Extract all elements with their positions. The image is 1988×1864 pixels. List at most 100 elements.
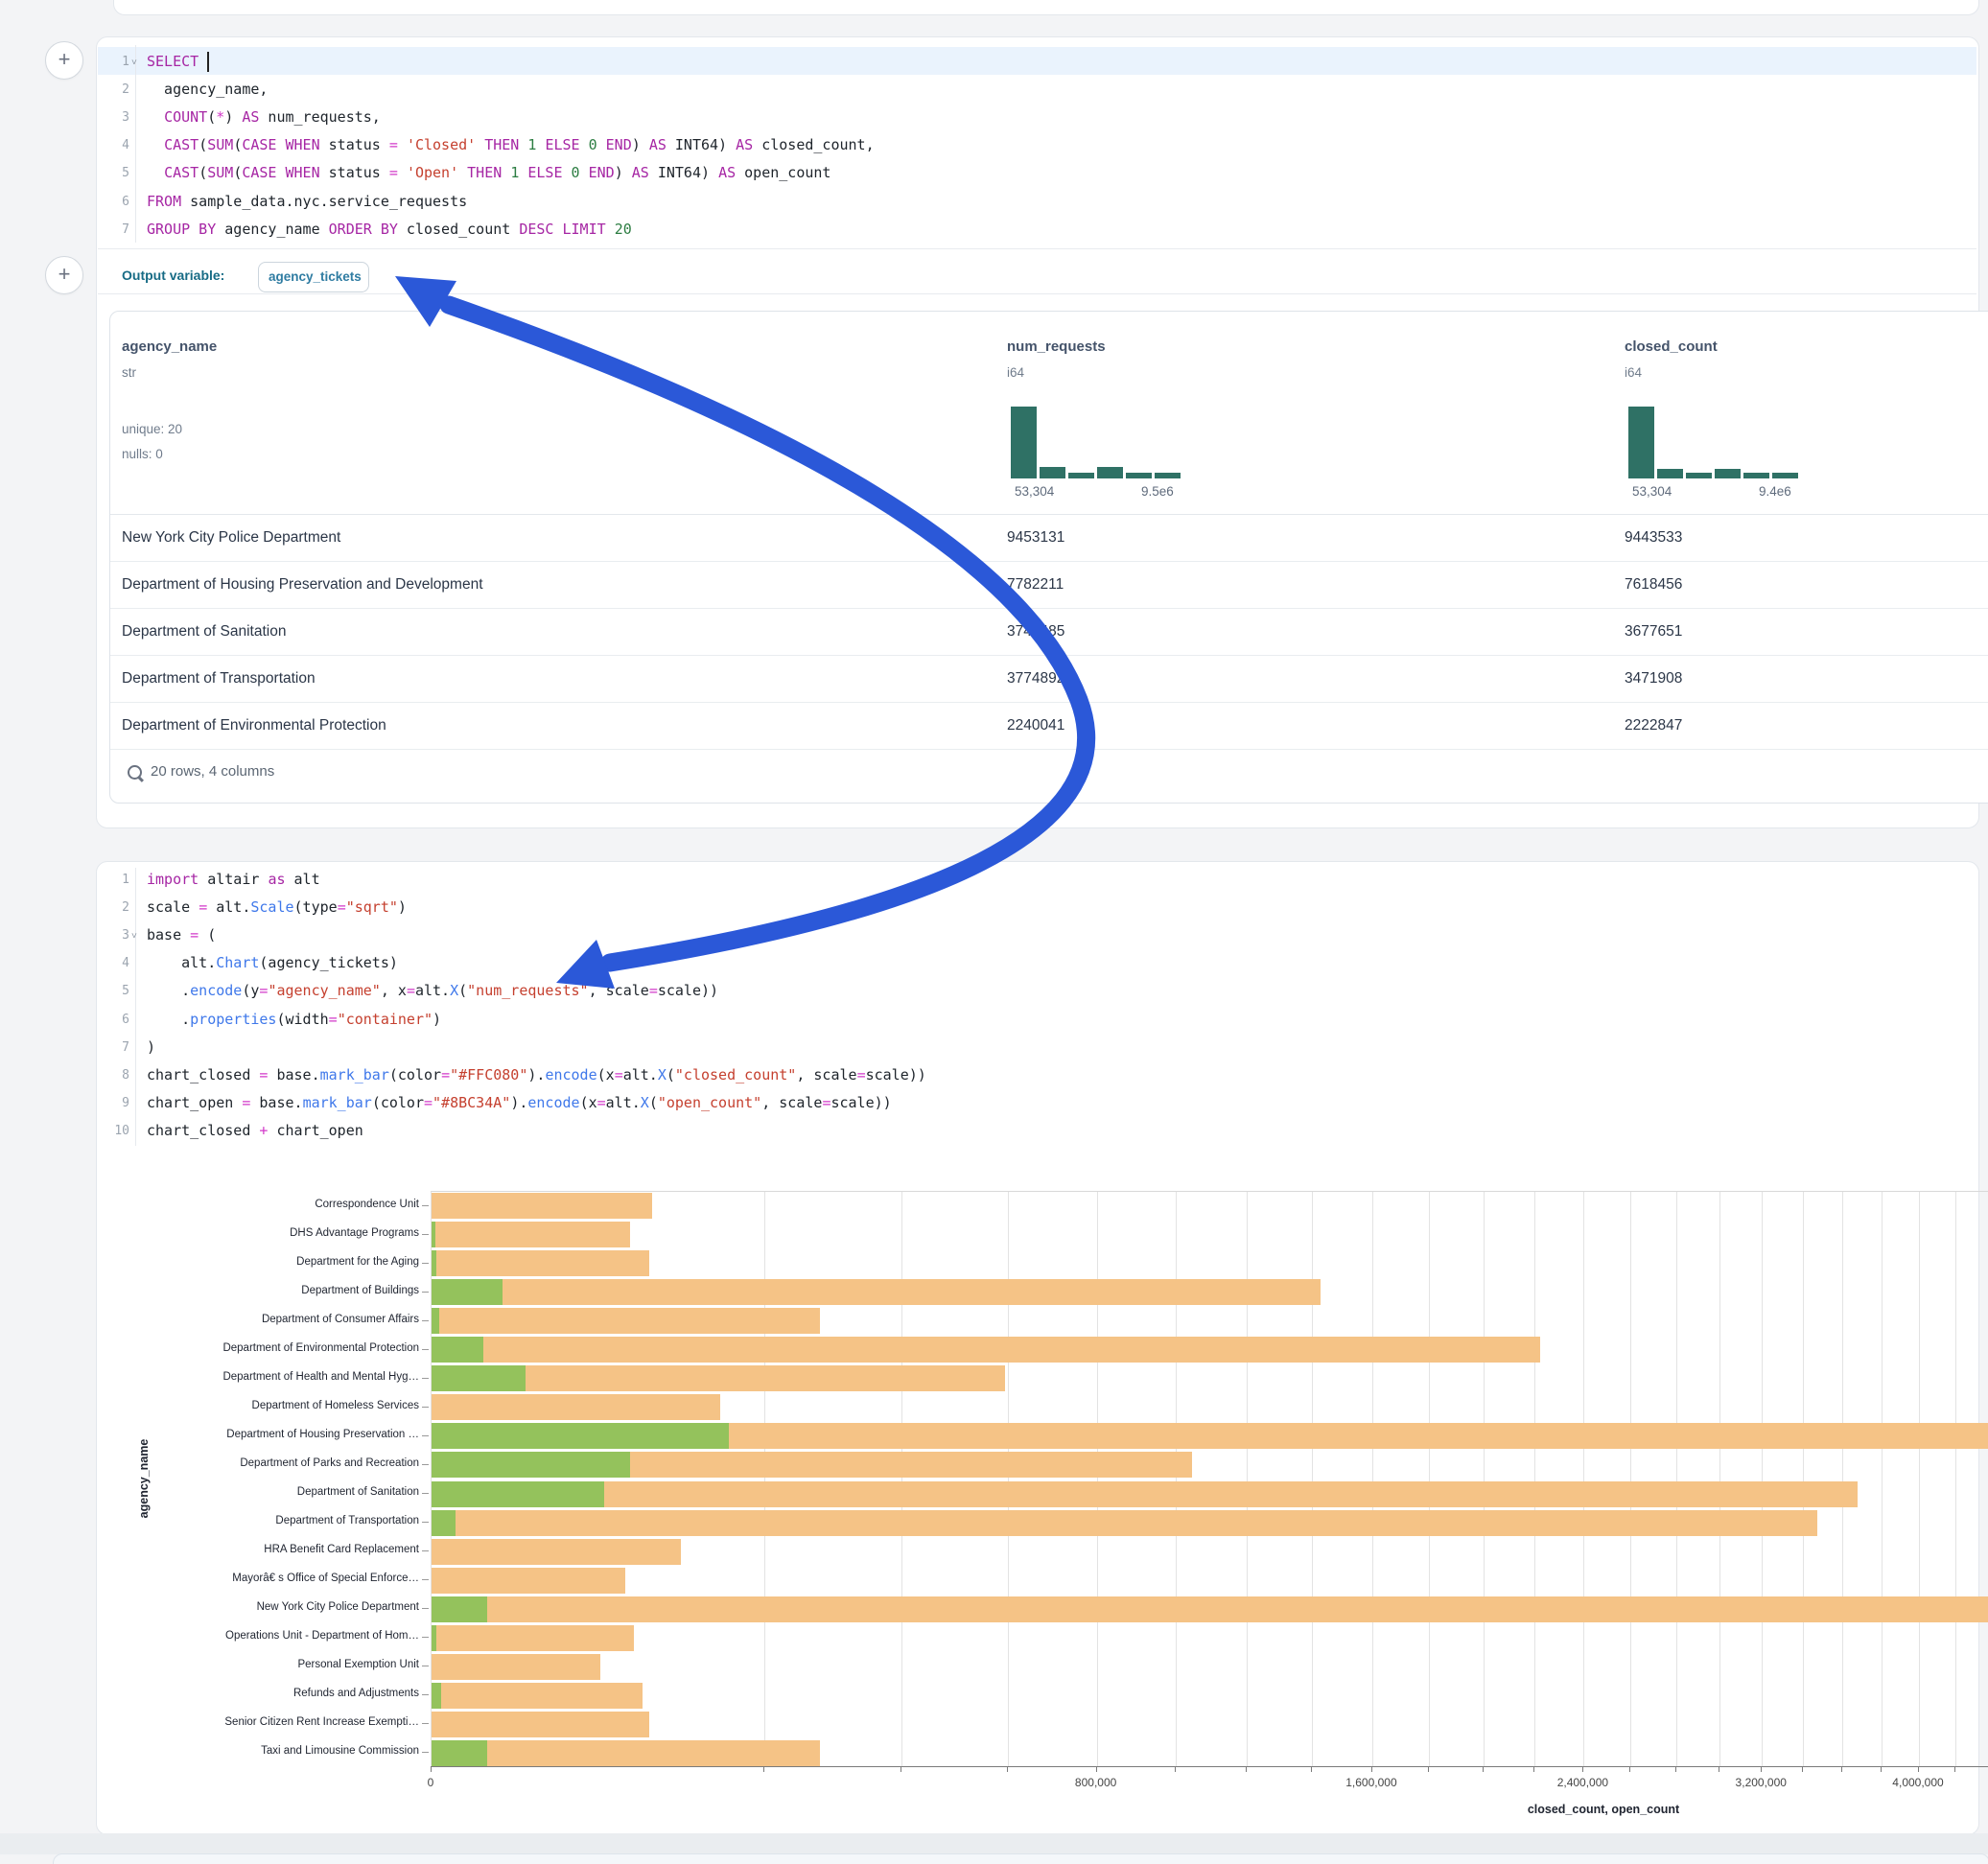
bar-open_count[interactable] bbox=[432, 1365, 526, 1391]
code-token: ( bbox=[649, 1094, 658, 1111]
add-cell-button[interactable]: + bbox=[45, 41, 83, 80]
column-name[interactable]: agency_name bbox=[122, 338, 217, 355]
bar-open_count[interactable] bbox=[432, 1625, 436, 1651]
code-token: chart_closed bbox=[147, 1066, 259, 1083]
line-number: 5 bbox=[97, 977, 129, 1005]
result-table[interactable]: agency_namestrunique: 20nulls: 0num_requ… bbox=[109, 311, 1988, 804]
bar-closed_count[interactable] bbox=[432, 1222, 630, 1247]
code-line: scale = alt.Scale(type="sqrt") bbox=[147, 894, 407, 921]
code-token: status bbox=[320, 164, 389, 181]
code-token: ) bbox=[632, 136, 649, 153]
code-line: base = ( bbox=[147, 921, 216, 949]
code-token: INT64) bbox=[667, 136, 736, 153]
collapse-chevron-icon[interactable]: ˅ bbox=[131, 48, 137, 76]
bar-open_count[interactable] bbox=[432, 1308, 439, 1334]
code-token: (y bbox=[242, 982, 259, 999]
code-line: FROM sample_data.nyc.service_requests bbox=[147, 188, 467, 216]
code-token: = bbox=[190, 926, 199, 944]
output-variable-label: Output variable: bbox=[122, 268, 224, 283]
gridline bbox=[1176, 1192, 1177, 1767]
bar-open_count[interactable] bbox=[432, 1683, 441, 1709]
histogram-max-label: 9.5e6 bbox=[1141, 484, 1174, 499]
bar-closed_count[interactable] bbox=[432, 1279, 1321, 1305]
line-number: 4 bbox=[97, 131, 129, 159]
code-token: encode bbox=[527, 1094, 579, 1111]
code-token bbox=[398, 136, 407, 153]
add-cell-button[interactable]: + bbox=[45, 256, 83, 294]
bar-open_count[interactable] bbox=[432, 1279, 503, 1305]
previous-cell-edge bbox=[113, 0, 1979, 15]
y-axis-tick bbox=[422, 1320, 429, 1321]
bar-closed_count[interactable] bbox=[432, 1625, 634, 1651]
code-token: * bbox=[216, 108, 224, 126]
code-token: . bbox=[147, 1011, 190, 1028]
code-token: "open_count" bbox=[658, 1094, 761, 1111]
table-row[interactable]: New York City Police Department945313194… bbox=[110, 514, 1988, 562]
gridline bbox=[1919, 1192, 1920, 1767]
bar-open_count[interactable] bbox=[432, 1423, 729, 1449]
table-header: agency_namestrunique: 20nulls: 0num_requ… bbox=[110, 312, 1988, 515]
bar-open_count[interactable] bbox=[432, 1250, 436, 1276]
bar-open_count[interactable] bbox=[432, 1596, 487, 1622]
code-token: LIMIT bbox=[563, 221, 606, 238]
y-axis-tick bbox=[422, 1579, 429, 1580]
code-token: WHEN bbox=[286, 136, 320, 153]
code-token: agency_name, bbox=[147, 81, 268, 98]
x-axis-tick-label: 1,600,000 bbox=[1345, 1776, 1396, 1789]
search-icon[interactable] bbox=[128, 765, 142, 780]
x-axis-tick bbox=[1311, 1767, 1312, 1772]
x-axis-line bbox=[431, 1766, 1988, 1767]
collapse-chevron-icon[interactable]: ˅ bbox=[131, 921, 137, 949]
column-name[interactable]: closed_count bbox=[1625, 338, 1718, 355]
bar-closed_count[interactable] bbox=[432, 1596, 1988, 1622]
table-row[interactable]: Department of Sanitation37494853677651 bbox=[110, 608, 1988, 656]
code-token: mark_bar bbox=[320, 1066, 389, 1083]
bar-closed_count[interactable] bbox=[432, 1539, 681, 1565]
bar-closed_count[interactable] bbox=[432, 1712, 649, 1737]
bar-open_count[interactable] bbox=[432, 1481, 604, 1507]
y-axis-tick bbox=[422, 1608, 429, 1609]
y-axis-tick bbox=[422, 1493, 429, 1494]
output-variable-pill[interactable]: agency_tickets bbox=[258, 262, 369, 292]
bar-closed_count[interactable] bbox=[432, 1193, 652, 1219]
code-token: scale)) bbox=[830, 1094, 891, 1111]
table-row[interactable]: Department of Environmental Protection22… bbox=[110, 702, 1988, 750]
code-token: "container" bbox=[338, 1011, 433, 1028]
code-token bbox=[147, 164, 164, 181]
column-histogram bbox=[1628, 405, 1801, 478]
table-cell: Department of Housing Preservation and D… bbox=[122, 561, 483, 608]
x-axis-tick bbox=[1582, 1767, 1583, 1772]
bar-open_count[interactable] bbox=[432, 1337, 483, 1363]
bar-open_count[interactable] bbox=[432, 1452, 630, 1478]
bar-closed_count[interactable] bbox=[432, 1481, 1858, 1507]
column-name[interactable]: num_requests bbox=[1007, 338, 1106, 355]
bar-closed_count[interactable] bbox=[432, 1683, 643, 1709]
bar-closed_count[interactable] bbox=[432, 1337, 1540, 1363]
bar-open_count[interactable] bbox=[432, 1740, 487, 1766]
code-token bbox=[553, 221, 562, 238]
y-axis-tick bbox=[422, 1522, 429, 1523]
bar-open_count[interactable] bbox=[432, 1222, 435, 1247]
x-axis-tick bbox=[1881, 1767, 1882, 1772]
table-row[interactable]: Department of Transportation377489234719… bbox=[110, 655, 1988, 703]
histogram-bar bbox=[1657, 469, 1683, 479]
code-token: (x bbox=[597, 1066, 615, 1083]
bar-closed_count[interactable] bbox=[432, 1654, 600, 1680]
bar-closed_count[interactable] bbox=[432, 1394, 720, 1420]
x-axis-tick bbox=[1629, 1767, 1630, 1772]
bar-closed_count[interactable] bbox=[432, 1308, 820, 1334]
bar-closed_count[interactable] bbox=[432, 1250, 649, 1276]
table-row[interactable]: Department of Housing Preservation and D… bbox=[110, 561, 1988, 609]
bar-closed_count[interactable] bbox=[432, 1568, 625, 1594]
histogram-bar bbox=[1097, 467, 1123, 478]
table-cell: 3749485 bbox=[1007, 608, 1064, 655]
next-cell-edge bbox=[53, 1853, 1988, 1864]
bar-closed_count[interactable] bbox=[432, 1740, 820, 1766]
line-number: 8 bbox=[97, 1061, 129, 1089]
code-token bbox=[398, 164, 407, 181]
bar-closed_count[interactable] bbox=[432, 1510, 1817, 1536]
x-axis-tick bbox=[431, 1767, 432, 1772]
code-token: INT64) bbox=[649, 164, 718, 181]
code-token bbox=[458, 164, 467, 181]
bar-open_count[interactable] bbox=[432, 1510, 456, 1536]
